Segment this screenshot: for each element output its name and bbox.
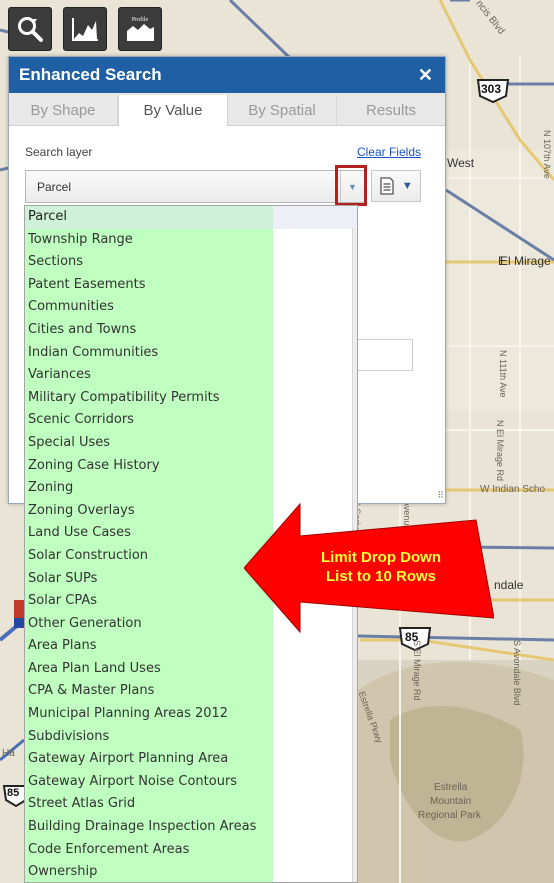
callout-text: Limit Drop Down List to 10 Rows — [308, 548, 454, 586]
profile-chart-icon-2: Profile — [127, 16, 154, 41]
map-label-mountain: Mountain — [430, 796, 472, 807]
layer-options-button[interactable]: ▼ — [371, 170, 421, 202]
map-label-ha: Ha — [2, 748, 15, 759]
dropdown-option[interactable]: Gateway Airport Planning Area — [25, 748, 357, 771]
panel-title: Enhanced Search — [19, 65, 162, 84]
tab-results[interactable]: Results — [337, 95, 445, 125]
dropdown-option[interactable]: Ownership — [25, 861, 357, 882]
profile-chart-icon — [72, 18, 98, 41]
callout-line-2: List to 10 Rows — [325, 568, 437, 585]
dropdown-option[interactable]: Area Plan Land Uses — [25, 658, 357, 681]
dropdown-option[interactable]: Indian Communities — [25, 342, 357, 365]
dropdown-option[interactable]: Zoning Case History — [25, 455, 357, 478]
panel-header: Enhanced Search ✕ — [9, 57, 445, 93]
search-layer-select[interactable]: Parcel ▼ — [25, 170, 365, 203]
dropdown-option[interactable]: Township Range — [25, 229, 357, 252]
elevation-profile-button[interactable] — [63, 7, 107, 51]
dropdown-option[interactable]: Building Drainage Inspection Areas — [25, 816, 357, 839]
tab-by-shape[interactable]: By Shape — [9, 95, 118, 125]
map-label-west: West — [447, 156, 475, 170]
dropdown-option[interactable]: Variances — [25, 364, 357, 387]
dropdown-option[interactable]: Sections — [25, 251, 357, 274]
shield-85-left-label: 85 — [7, 787, 20, 799]
tab-bar: By Shape By Value By Spatial Results — [9, 93, 445, 126]
dropdown-option[interactable]: Area Plans — [25, 635, 357, 658]
dropdown-option[interactable]: Zoning — [25, 477, 357, 500]
dropdown-option[interactable]: Subdivisions — [25, 726, 357, 749]
dropdown-option[interactable]: Communities — [25, 296, 357, 319]
clear-fields-link[interactable]: Clear Fields — [357, 145, 421, 159]
dropdown-option[interactable]: Gateway Airport Noise Contours — [25, 771, 357, 794]
callout-line-1: Limit Drop Down — [321, 549, 441, 566]
tab-by-value[interactable]: By Value — [118, 95, 228, 126]
map-label-n-111th-ave: N 111th Ave — [498, 350, 508, 398]
shield-303-label: 303 — [481, 82, 502, 96]
dropdown-option[interactable]: Cities and Towns — [25, 319, 357, 342]
map-label-regional-park: Regional Park — [418, 810, 481, 821]
selected-layer-value: Parcel — [37, 179, 72, 194]
magnifier-icon — [18, 17, 43, 42]
dropdown-option[interactable]: Patent Easements — [25, 274, 357, 297]
dropdown-option[interactable]: CPA & Master Plans — [25, 680, 357, 703]
profile-tool-button[interactable]: Profile — [118, 7, 162, 51]
map-label-el-mirage: El Mirage — [500, 254, 551, 268]
dropdown-option[interactable]: Parcel — [25, 206, 357, 229]
close-icon[interactable]: ✕ — [418, 65, 433, 86]
dropdown-option[interactable]: Special Uses — [25, 432, 357, 455]
dropdown-option[interactable]: Municipal Planning Areas 2012 — [25, 703, 357, 726]
dropdown-option[interactable]: Street Atlas Grid — [25, 793, 357, 816]
dropdown-option[interactable]: Code Enforcement Areas — [25, 839, 357, 862]
dropdown-option[interactable]: Scenic Corridors — [25, 409, 357, 432]
map-label-ndale: ndale — [494, 578, 524, 592]
search-layer-label: Search layer — [25, 145, 93, 159]
document-list-icon — [380, 177, 394, 195]
map-label-s-avondale-blvd: S Avondale Blvd — [512, 640, 522, 706]
map-label-e: E — [498, 254, 507, 268]
map-label-n-107th-ave: N 107th Ave — [542, 130, 552, 179]
tab-by-spatial[interactable]: By Spatial — [228, 95, 337, 125]
map-label-s-el-mirage-rd: S El Mirage Rd — [412, 640, 422, 701]
map-label-n-el-mirage-rd: N El Mirage Rd — [495, 420, 505, 482]
dropdown-arrow-highlight — [335, 165, 367, 206]
chevron-down-icon: ▼ — [401, 180, 413, 192]
search-tool-button[interactable] — [8, 7, 52, 51]
svg-text:Profile: Profile — [132, 16, 149, 23]
map-label-estrella: Estrella — [434, 782, 468, 793]
map-label-w-indian-school: W Indian Scho — [480, 484, 546, 495]
dropdown-option[interactable]: Military Compatibility Permits — [25, 387, 357, 410]
